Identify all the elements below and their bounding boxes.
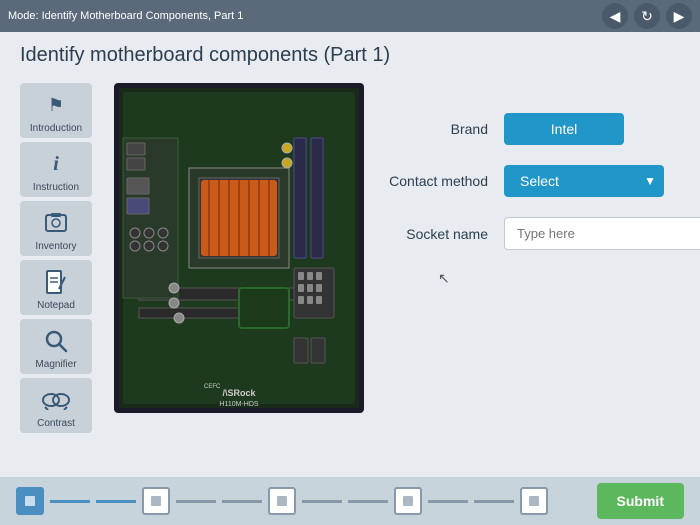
submit-button[interactable]: Submit <box>597 483 684 519</box>
progress-line-1 <box>50 500 90 503</box>
progress-line-2 <box>96 500 136 503</box>
nav-icons: ◀ ↻ ▶ <box>602 3 692 29</box>
contact-method-row: Contact method Select ▼ <box>378 165 700 197</box>
page-title: Identify motherboard components (Part 1) <box>20 44 680 67</box>
sidebar-label-contrast: Contrast <box>37 418 75 429</box>
progress-line-8 <box>474 500 514 503</box>
brand-row: Brand Intel <box>378 113 700 145</box>
motherboard-image: /\SRock H110M-HDS CEFC <box>114 83 364 413</box>
brand-button[interactable]: Intel <box>504 113 624 145</box>
progress-step-4[interactable] <box>394 487 422 515</box>
sidebar-label-inventory: Inventory <box>35 241 76 252</box>
contrast-icon <box>40 384 72 416</box>
progress-step-3[interactable] <box>268 487 296 515</box>
progress-step-1[interactable] <box>16 487 44 515</box>
bottom-bar: Submit <box>0 477 700 525</box>
back-button[interactable]: ◀ <box>602 3 628 29</box>
svg-text:CEFC: CEFC <box>204 384 221 390</box>
sidebar-item-contrast[interactable]: Contrast <box>20 378 92 433</box>
progress-step-5[interactable] <box>520 487 548 515</box>
sidebar-item-notepad[interactable]: Notepad <box>20 260 92 315</box>
notepad-icon <box>40 266 72 298</box>
content-row: ⚑ Introduction i Instruction Inventory <box>20 83 680 433</box>
main-content: Identify motherboard components (Part 1)… <box>0 32 700 512</box>
sidebar-item-instruction[interactable]: i Instruction <box>20 142 92 197</box>
progress-dots <box>16 487 597 515</box>
socket-name-label: Socket name <box>378 226 488 242</box>
socket-name-input[interactable] <box>504 217 700 250</box>
contact-method-wrapper: Select ▼ <box>504 165 664 197</box>
sidebar-item-magnifier[interactable]: Magnifier <box>20 319 92 374</box>
top-bar: Mode: Identify Motherboard Components, P… <box>0 0 700 32</box>
cursor-area: ↖ <box>378 270 700 290</box>
introduction-icon: ⚑ <box>40 89 72 121</box>
contact-method-label: Contact method <box>378 173 488 189</box>
progress-line-6 <box>348 500 388 503</box>
progress-line-7 <box>428 500 468 503</box>
brand-label: Brand <box>378 121 488 137</box>
progress-step-2[interactable] <box>142 487 170 515</box>
svg-text:/\SRock: /\SRock <box>222 388 256 398</box>
form-area: Brand Intel Contact method Select ▼ Sock… <box>378 83 700 433</box>
magnifier-icon <box>40 325 72 357</box>
refresh-button[interactable]: ↻ <box>634 3 660 29</box>
mode-title: Mode: Identify Motherboard Components, P… <box>8 10 243 22</box>
sidebar-item-introduction[interactable]: ⚑ Introduction <box>20 83 92 138</box>
progress-line-5 <box>302 500 342 503</box>
sidebar-label-instruction: Instruction <box>33 182 79 193</box>
sidebar-label-magnifier: Magnifier <box>35 359 76 370</box>
socket-name-row: Socket name <box>378 217 700 250</box>
sidebar-item-inventory[interactable]: Inventory <box>20 201 92 256</box>
sidebar-label-notepad: Notepad <box>37 300 75 311</box>
contact-method-select[interactable]: Select <box>504 165 664 197</box>
svg-text:H110M-HDS: H110M-HDS <box>219 401 258 408</box>
sidebar: ⚑ Introduction i Instruction Inventory <box>20 83 100 433</box>
progress-line-3 <box>176 500 216 503</box>
progress-line-4 <box>222 500 262 503</box>
forward-button[interactable]: ▶ <box>666 3 692 29</box>
cursor-indicator: ↖ <box>438 270 450 287</box>
instruction-icon: i <box>40 148 72 180</box>
sidebar-label-introduction: Introduction <box>30 123 82 134</box>
inventory-icon <box>40 207 72 239</box>
